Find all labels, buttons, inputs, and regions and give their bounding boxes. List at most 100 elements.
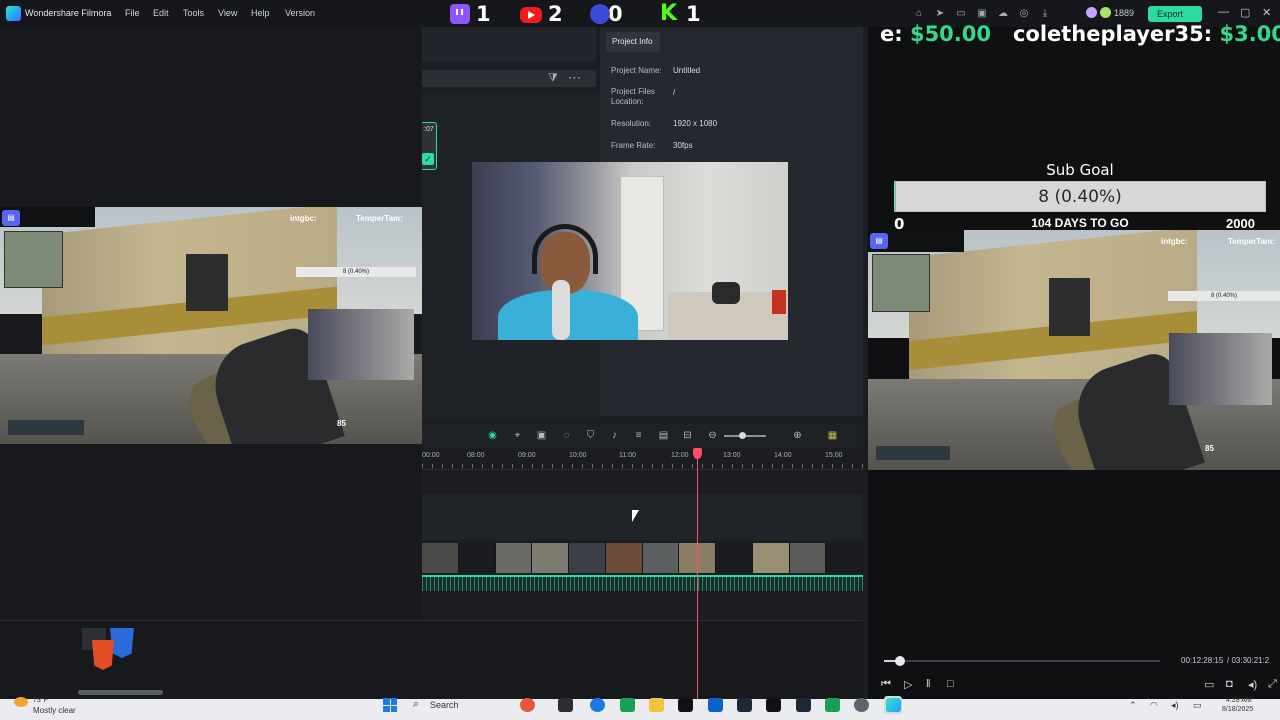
ruler-label: 09:00 xyxy=(518,452,536,459)
video-frame xyxy=(605,543,643,573)
audio-waveform[interactable] xyxy=(422,577,863,591)
windows-start-icon[interactable] xyxy=(383,698,397,712)
kick-icon: K xyxy=(660,1,678,26)
minimize-icon[interactable]: — xyxy=(1218,6,1229,18)
video-frame xyxy=(569,543,606,573)
zoom-in-icon[interactable]: ⊕ xyxy=(791,429,804,442)
coin-count: 1889 xyxy=(1114,7,1135,18)
stop-icon[interactable]: □ xyxy=(947,678,954,690)
tiktok-icon[interactable] xyxy=(678,698,693,712)
search-icon[interactable]: ⌕ xyxy=(413,698,419,711)
microphone-icon[interactable]: ♪ xyxy=(608,429,621,442)
gameplay-video-left: ▤ intgbc: TemperTam: 8 (0.40%) 85 xyxy=(0,207,422,444)
building-window xyxy=(1049,278,1091,336)
xbox-icon[interactable] xyxy=(620,698,635,712)
fullscreen-icon[interactable]: ⤢ xyxy=(1268,678,1277,691)
monitor-icon[interactable]: ▣ xyxy=(975,7,989,20)
tray-chevron-icon[interactable]: ⌃ xyxy=(1129,700,1137,711)
credit-icon xyxy=(1086,7,1097,18)
snapshot-icon[interactable]: ◘ xyxy=(1226,678,1233,690)
play-icon[interactable]: ▷ xyxy=(904,678,912,691)
weather-icon[interactable] xyxy=(14,697,28,707)
ruler-label: 00:00 xyxy=(422,452,440,459)
grid-view-icon[interactable]: ▦ xyxy=(826,429,839,442)
chat-icon[interactable]: ▭ xyxy=(954,7,968,20)
speaker-icon[interactable]: ◂) xyxy=(1171,700,1179,711)
app-title: Wondershare Filmora xyxy=(25,8,112,18)
send-icon[interactable]: ➤ xyxy=(933,7,947,20)
filter-icon[interactable]: ⧩ xyxy=(548,72,558,85)
project-name-label: Project Name: xyxy=(611,66,662,75)
ruler-label: 11:00 xyxy=(619,452,636,459)
preview-progress-bar[interactable] xyxy=(884,660,1160,662)
close-icon[interactable]: ✕ xyxy=(1262,6,1271,19)
menu-file[interactable]: File xyxy=(125,8,140,18)
cloud-icon[interactable]: ☁ xyxy=(996,7,1010,20)
horizontal-scrollbar[interactable] xyxy=(78,690,163,695)
previous-frame-icon[interactable]: ⏮ xyxy=(881,678,891,691)
clock-time[interactable]: 4:28 AM xyxy=(1226,697,1252,704)
taskbar-search[interactable]: Search xyxy=(430,700,459,710)
split-icon[interactable]: ⊟ xyxy=(681,429,694,442)
file-explorer-icon[interactable] xyxy=(649,698,664,712)
steam-2-icon[interactable] xyxy=(796,698,811,712)
timeline-track-empty[interactable] xyxy=(422,494,863,540)
frame-rate-value: 30fps xyxy=(673,141,693,150)
export-button[interactable]: Export xyxy=(1148,6,1202,22)
zoom-slider-handle[interactable] xyxy=(739,432,746,439)
snap-icon[interactable]: ⌖ xyxy=(511,429,524,442)
camera-icon[interactable]: ▣ xyxy=(535,429,548,442)
ruler-label: 10:00 xyxy=(569,452,587,459)
windows-taskbar xyxy=(0,699,1280,720)
maximize-icon[interactable]: ▢ xyxy=(1240,6,1250,19)
terminal-icon[interactable] xyxy=(558,698,573,712)
pause-icon[interactable]: ‖ xyxy=(926,678,931,690)
wifi-icon[interactable]: ◠ xyxy=(1150,700,1158,711)
video-frame xyxy=(826,543,863,573)
gift-icon[interactable]: ⌂ xyxy=(912,7,926,20)
auto-ripple-icon[interactable]: ◉ xyxy=(486,429,499,442)
ruler-label: 08:00 xyxy=(467,452,485,459)
battery-icon[interactable]: ▭ xyxy=(1193,700,1202,711)
copilot-icon[interactable] xyxy=(520,698,535,712)
html-file-icon[interactable] xyxy=(80,626,136,674)
hud-name-right: TemperTam: xyxy=(1228,237,1275,246)
tiktok-live-icon[interactable] xyxy=(766,698,781,712)
more-options-icon[interactable]: ⋯ xyxy=(568,70,581,86)
clock-date[interactable]: 8/18/2025 xyxy=(1222,706,1253,713)
steam-icon[interactable] xyxy=(737,698,752,712)
chat-app-icon[interactable] xyxy=(825,698,840,712)
menu-view[interactable]: View xyxy=(218,8,237,18)
sub-goal-value: 8 (0.40%) xyxy=(1038,187,1122,207)
menu-edit[interactable]: Edit xyxy=(153,8,169,18)
picture-icon[interactable]: ▤ xyxy=(657,429,670,442)
edge-icon[interactable] xyxy=(590,698,605,712)
weather-temperature[interactable]: 73°F xyxy=(33,697,48,704)
store-icon[interactable] xyxy=(708,698,723,712)
marker-icon[interactable]: ◌ xyxy=(560,429,573,442)
display-icon[interactable]: ▭ xyxy=(1204,678,1214,691)
video-frame xyxy=(532,543,569,573)
mouse-cursor-icon xyxy=(632,510,639,522)
tab-project-info[interactable]: Project Info xyxy=(606,32,660,52)
video-clip[interactable] xyxy=(422,543,863,573)
playhead[interactable] xyxy=(697,456,698,699)
video-frame xyxy=(458,543,496,573)
weather-text[interactable]: Mostly clear xyxy=(33,706,76,715)
ruler-label: 15:00 xyxy=(825,452,843,459)
headset-icon[interactable]: ◎ xyxy=(1017,7,1031,20)
zoom-out-icon[interactable]: ⊖ xyxy=(706,429,719,442)
settings-icon[interactable] xyxy=(854,698,869,712)
menu-help[interactable]: Help xyxy=(251,8,270,18)
volume-icon[interactable]: ◂) xyxy=(1248,678,1257,691)
shield-icon[interactable]: ⛉ xyxy=(584,429,597,442)
donation-ticker: e: $50.00 coletheplayer35: $3.00 xyxy=(880,22,1280,46)
credits-display[interactable]: 1889 xyxy=(1086,7,1134,18)
menu-tools[interactable]: Tools xyxy=(183,8,204,18)
filmora-taskbar-icon[interactable] xyxy=(886,698,901,712)
subtitle-icon[interactable]: ≡ xyxy=(632,429,645,442)
coin-icon xyxy=(1100,7,1111,18)
menu-version[interactable]: Version xyxy=(285,8,315,18)
download-icon[interactable]: ⤓ xyxy=(1038,7,1052,20)
gameplay-video-preview: ▤ intgbc: TemperTam: 8 (0.40%) 85 xyxy=(868,230,1280,470)
